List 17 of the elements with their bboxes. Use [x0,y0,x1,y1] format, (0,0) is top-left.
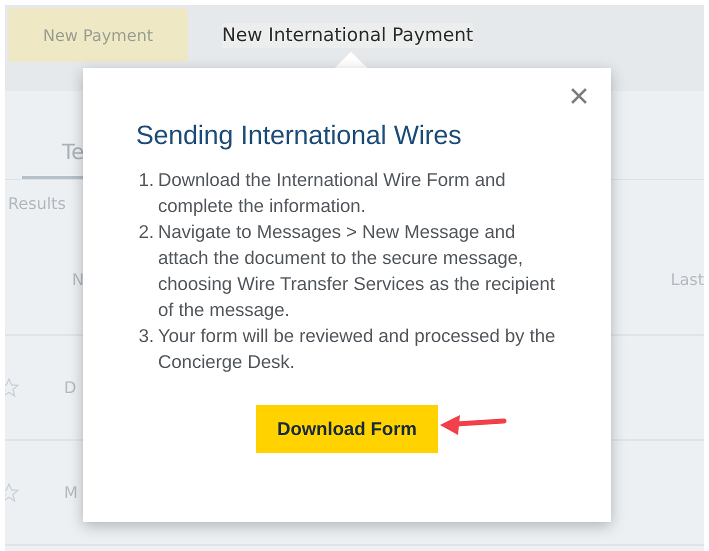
star-icon[interactable] [5,378,19,398]
download-form-button[interactable]: Download Form [256,405,438,453]
step-text: Download the International Wire Form and complete the information. [158,168,507,218]
column-header: Last [670,270,704,288]
step-number: 3. [138,324,154,348]
pointer-arrow [440,415,506,435]
step-text: Your form will be reviewed and processed by the Concierge Desk. [158,324,556,374]
table-cell: D [64,378,76,397]
step-number: 2. [138,220,154,244]
table-cell: M [64,483,78,502]
results-label: Results [8,194,66,213]
close-icon[interactable] [571,88,587,104]
dialog-title: Sending International Wires [136,120,463,151]
step-text: Navigate to Messages > New Message and attach the document to the secure message, choosing Wire Transfer Services as the recipient of the message. [158,220,556,322]
step-number: 1. [138,168,154,192]
star-icon[interactable] [5,482,19,502]
international-payment-link[interactable]: New International Payment [222,23,474,48]
